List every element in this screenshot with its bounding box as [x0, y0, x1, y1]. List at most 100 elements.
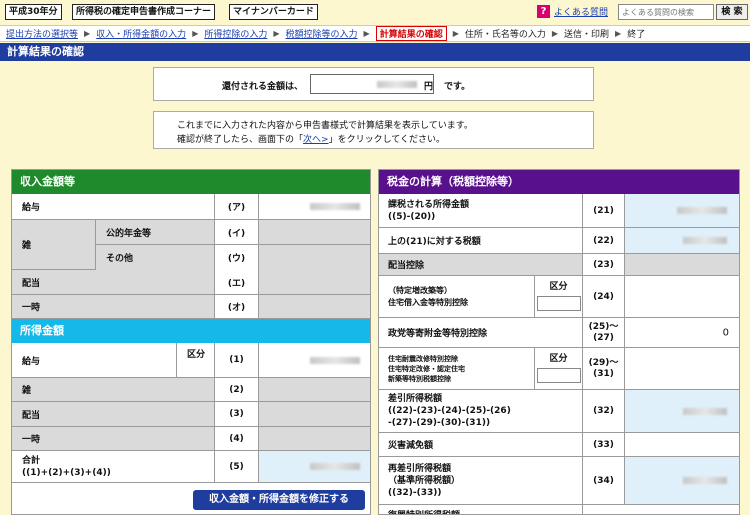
chevron-right-icon: ▶ [84, 29, 91, 38]
row-code: (5) [215, 451, 259, 482]
row-code: (4) [215, 427, 259, 450]
row-label: 上の(21)に対する税額 [379, 228, 583, 253]
row-label: 配当 [12, 402, 215, 426]
row-label: 配当控除 [379, 254, 583, 275]
kubun-input[interactable] [537, 368, 581, 383]
row-code-line: (27) [593, 332, 614, 343]
row-label-line: 差引所得税額 [388, 394, 443, 404]
faq-search-input[interactable] [618, 4, 714, 20]
help-icon: ? [537, 5, 550, 18]
tax-row-25-27: 政党等寄附金等特別控除 (25)〜 (27) 0 [379, 318, 739, 348]
row-label: 雑 [12, 378, 215, 401]
redacted-value [310, 357, 360, 364]
redacted-value [677, 207, 727, 214]
next-link[interactable]: 次へ> [303, 135, 329, 145]
crumb-deduction-input[interactable]: 所得控除の入力 [204, 27, 267, 40]
crumb-income-input[interactable]: 収入・所得金額の入力 [96, 27, 186, 40]
refund-tail-text: です。 [444, 82, 471, 92]
crumb-finish: 終了 [627, 30, 646, 40]
row-code: (24) [583, 276, 625, 317]
tax-row-23: 配当控除 (23) [379, 254, 739, 276]
row-label-line: （基準所得税額） [388, 475, 461, 486]
row-label: 一時 [12, 295, 215, 318]
row-label-line: （特定増改築等） [388, 285, 452, 295]
income-salary-row: 給与 (ア) [12, 194, 370, 220]
instruction-note: これまでに入力された内容から申告書様式で計算結果を表示しています。 確認が終了し… [153, 111, 594, 149]
refund-amount-field [310, 74, 434, 94]
row-label-line: -(27)-(29)-(30)-(31)) [388, 418, 491, 428]
row-code: (21) [583, 194, 625, 227]
row-code: (33) [583, 433, 625, 456]
earnings-total-value [259, 451, 370, 482]
earnings-section-header: 所得金額 [12, 319, 370, 343]
row-label: 給与 [12, 343, 177, 377]
tax-22-value [625, 228, 739, 253]
crumb-filing-method[interactable]: 提出方法の選択等 [6, 27, 78, 40]
tax-year-button[interactable]: 平成30年分 [5, 4, 62, 20]
income-temporary-row: 一時 (オ) [12, 295, 370, 319]
income-pension-row: 公的年金等 (イ) [96, 220, 370, 245]
row-label-line: 住宅特定改修・認定住宅 [388, 364, 465, 373]
mynumber-card-button[interactable]: マイナンバーカード [229, 4, 318, 20]
row-code: (1) [215, 343, 259, 377]
row-label: 一時 [12, 427, 215, 450]
chevron-right-icon: ▶ [273, 29, 280, 38]
tax-row-34: 再差引所得税額 （基準所得税額） ((32)-(33)) (34) [379, 457, 739, 505]
row-code: (22) [583, 228, 625, 253]
tax-calculation-panel: 税金の計算（税額控除等） 課税される所得金額 ((5)-(20)) (21) 上… [378, 169, 740, 515]
row-label: 課税される所得金額 ((5)-(20)) [379, 194, 583, 227]
row-label: 政党等寄附金等特別控除 [379, 318, 583, 347]
income-misc-row: 雑 公的年金等 (イ) その他 (ウ) [12, 220, 370, 270]
faq-link-group[interactable]: ? よくある質問 [537, 5, 608, 18]
redacted-value [683, 408, 727, 415]
tax-21-value [625, 194, 739, 227]
income-salary-value [259, 194, 370, 219]
row-label: 再差引所得税額 （基準所得税額） ((32)-(33)) [379, 457, 583, 504]
row-code: (25)〜 (27) [583, 318, 625, 347]
row-label: 給与 [12, 194, 215, 219]
earnings-salary-row: 給与 区分 (1) [12, 343, 370, 378]
earnings-salary-value [259, 343, 370, 377]
chevron-right-icon: ▶ [363, 29, 370, 38]
tax-row-32: 差引所得税額 ((22)-(23)-(24)-(25)-(26) -(27)-(… [379, 390, 739, 433]
tax-32-value [625, 390, 739, 432]
kubun-input[interactable] [537, 296, 581, 311]
top-header: 平成30年分 所得税の確定申告書作成コーナー マイナンバーカード ? よくある質… [0, 0, 750, 24]
row-code-line: (25)〜 [588, 321, 619, 332]
total-label: 合計 [22, 455, 41, 466]
chevron-right-icon: ▶ [615, 29, 622, 38]
row-label: （特定増改築等） 住宅借入金等特別控除 [379, 276, 535, 317]
tax-row-24: （特定増改築等） 住宅借入金等特別控除 区分 (24) [379, 276, 739, 318]
row-code: (34) [583, 457, 625, 504]
tax-row-33: 災害減免額 (33) [379, 433, 739, 457]
tax-row-22: 上の(21)に対する税額 (22) [379, 228, 739, 254]
row-code-line: (31) [593, 368, 614, 379]
instruction-pre: 確認が終了したら、画面下の「 [177, 135, 304, 145]
tax-row-35: 復興特別所得税額 [379, 505, 739, 514]
tax-section-header: 税金の計算（税額控除等） [379, 170, 739, 194]
row-label-line: 新築等特別税額控除 [388, 374, 451, 383]
chevron-right-icon: ▶ [452, 29, 459, 38]
redacted-value [377, 81, 417, 88]
row-label: 復興特別所得税額 [379, 505, 583, 514]
row-label-line: 課税される所得金額 [388, 199, 470, 210]
crumb-address-input: 住所・氏名等の入力 [464, 30, 546, 40]
row-code: (エ) [215, 270, 259, 294]
row-code: (ウ) [215, 245, 259, 270]
faq-search-button[interactable]: 検 索 [716, 4, 748, 20]
earnings-misc-row: 雑 (2) [12, 378, 370, 402]
chevron-right-icon: ▶ [192, 29, 199, 38]
page-title: 計算結果の確認 [0, 43, 750, 61]
row-label: その他 [96, 245, 215, 270]
row-label-line: 再差引所得税額 [388, 463, 452, 474]
value-text: 0 [722, 327, 729, 338]
row-label-line: 住宅耐震改修特別控除 [388, 354, 458, 363]
filing-corner-button[interactable]: 所得税の確定申告書作成コーナー [72, 4, 216, 20]
edit-income-button[interactable]: 収入金額・所得金額を修正する [193, 490, 365, 510]
row-label: 住宅耐震改修特別控除 住宅特定改修・認定住宅 新築等特別税額控除 [379, 348, 535, 389]
earnings-dividend-row: 配当 (3) [12, 402, 370, 427]
crumb-tax-credit-input[interactable]: 税額控除等の入力 [286, 27, 358, 40]
row-label: 配当 [12, 270, 215, 294]
crumb-send-print: 送信・印刷 [564, 30, 610, 40]
faq-link[interactable]: よくある質問 [554, 5, 608, 18]
